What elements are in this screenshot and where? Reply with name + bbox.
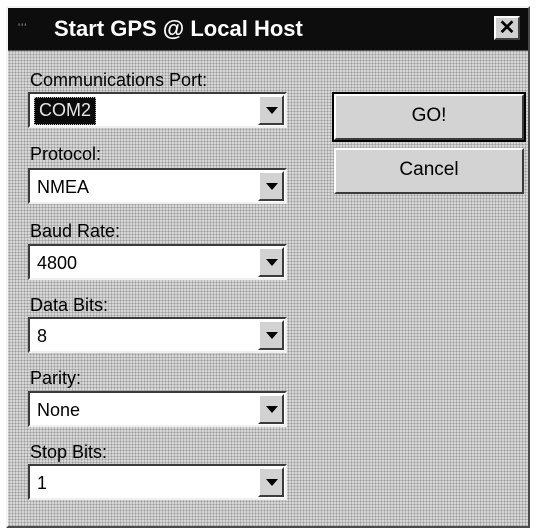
parity-select[interactable]: None: [28, 391, 287, 427]
protocol-label: Protocol:: [30, 144, 102, 164]
data-bits-select[interactable]: 8: [28, 317, 287, 353]
baud-rate-label: Baud Rate:: [30, 221, 121, 241]
window-title: Start GPS @ Local Host: [54, 16, 303, 41]
protocol-value: NMEA: [37, 177, 90, 197]
stop-bits-value: 1: [37, 473, 48, 493]
start-gps-dialog: ''' Start GPS @ Local Host ✕ Communicati…: [6, 6, 530, 528]
chevron-down-icon: [266, 259, 278, 266]
chevron-down-icon: [266, 183, 278, 190]
chevron-down-icon: [266, 406, 278, 413]
parity-dropdown-button[interactable]: [258, 394, 284, 424]
chevron-down-icon: [266, 107, 278, 114]
protocol-dropdown-button[interactable]: [258, 171, 284, 201]
data-bits-value: 8: [37, 326, 48, 346]
protocol-select[interactable]: NMEA: [28, 168, 287, 204]
chevron-down-icon: [266, 332, 278, 339]
close-icon: ✕: [498, 17, 516, 39]
go-button-label: GO!: [411, 105, 447, 126]
baud-rate-dropdown-button[interactable]: [258, 247, 284, 277]
parity-value: None: [37, 400, 81, 420]
communications-port-dropdown-button[interactable]: [258, 95, 284, 125]
title-bar[interactable]: ''' Start GPS @ Local Host ✕: [8, 8, 528, 51]
stop-bits-dropdown-button[interactable]: [258, 467, 284, 497]
close-button[interactable]: ✕: [494, 16, 520, 40]
parity-label: Parity:: [30, 368, 82, 388]
stop-bits-label: Stop Bits:: [30, 442, 108, 462]
stop-bits-select[interactable]: 1: [28, 464, 287, 500]
communications-port-select[interactable]: COM2: [28, 92, 287, 128]
chevron-down-icon: [266, 479, 278, 486]
data-bits-dropdown-button[interactable]: [258, 320, 284, 350]
baud-rate-value: 4800: [37, 253, 78, 273]
cancel-button-label: Cancel: [399, 159, 459, 180]
baud-rate-select[interactable]: 4800: [28, 244, 287, 280]
window-menu-icon[interactable]: ''': [18, 21, 44, 35]
cancel-button[interactable]: Cancel: [334, 148, 524, 194]
communications-port-label: Communications Port:: [30, 70, 208, 90]
communications-port-value: COM2: [34, 97, 97, 125]
go-button[interactable]: GO!: [332, 92, 526, 142]
data-bits-label: Data Bits:: [30, 295, 109, 315]
